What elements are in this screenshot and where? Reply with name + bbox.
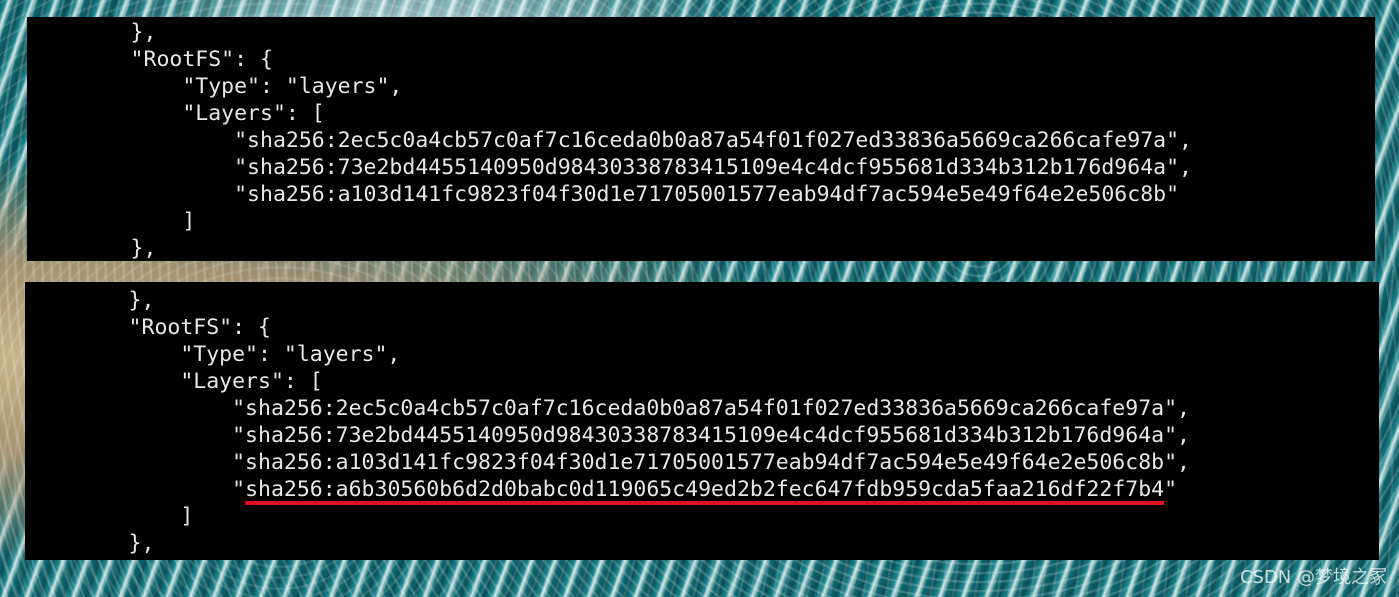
csdn-watermark: CSDN @梦境之冢 bbox=[1239, 567, 1387, 588]
code-line: }, bbox=[27, 20, 157, 45]
code-line: "Layers": [ bbox=[27, 101, 325, 126]
terminal-output-after[interactable]: }, "RootFS": { "Type": "layers", "Layers… bbox=[25, 282, 1379, 560]
code-line: "Type": "layers", bbox=[27, 74, 403, 99]
closing-quote: " bbox=[1164, 477, 1178, 502]
code-line: "RootFS": { bbox=[25, 315, 271, 340]
indent-quote: " bbox=[25, 477, 246, 502]
code-line: "Type": "layers", bbox=[25, 342, 401, 367]
layer-hash-line: "sha256:73e2bd4455140950d984303387834151… bbox=[27, 155, 1192, 180]
new-layer-hash-line: "sha256:a6b30560b6d2d0babc0d119065c49ed2… bbox=[25, 476, 1177, 503]
layer-hash-line: "sha256:73e2bd4455140950d984303387834151… bbox=[25, 423, 1190, 448]
code-line: ] bbox=[25, 504, 194, 529]
code-line: "RootFS": { bbox=[27, 47, 273, 72]
code-line: }, bbox=[27, 236, 157, 261]
layer-hash-line: "sha256:a103d141fc9823f04f30d1e717050015… bbox=[25, 450, 1190, 475]
code-line: }, bbox=[25, 288, 155, 313]
code-line: "Layers": [ bbox=[25, 369, 323, 394]
layer-hash-line: "sha256:a103d141fc9823f04f30d1e717050015… bbox=[27, 182, 1180, 207]
code-line: ] bbox=[27, 209, 196, 234]
terminal-output-before[interactable]: }, "RootFS": { "Type": "layers", "Layers… bbox=[27, 17, 1375, 261]
layer-hash-line: "sha256:2ec5c0a4cb57c0af7c16ceda0b0a87a5… bbox=[27, 128, 1192, 153]
new-layer-hash-highlighted: sha256:a6b30560b6d2d0babc0d119065c49ed2b… bbox=[245, 477, 1165, 502]
code-line: }, bbox=[25, 531, 155, 556]
layer-hash-line: "sha256:2ec5c0a4cb57c0af7c16ceda0b0a87a5… bbox=[25, 396, 1190, 421]
